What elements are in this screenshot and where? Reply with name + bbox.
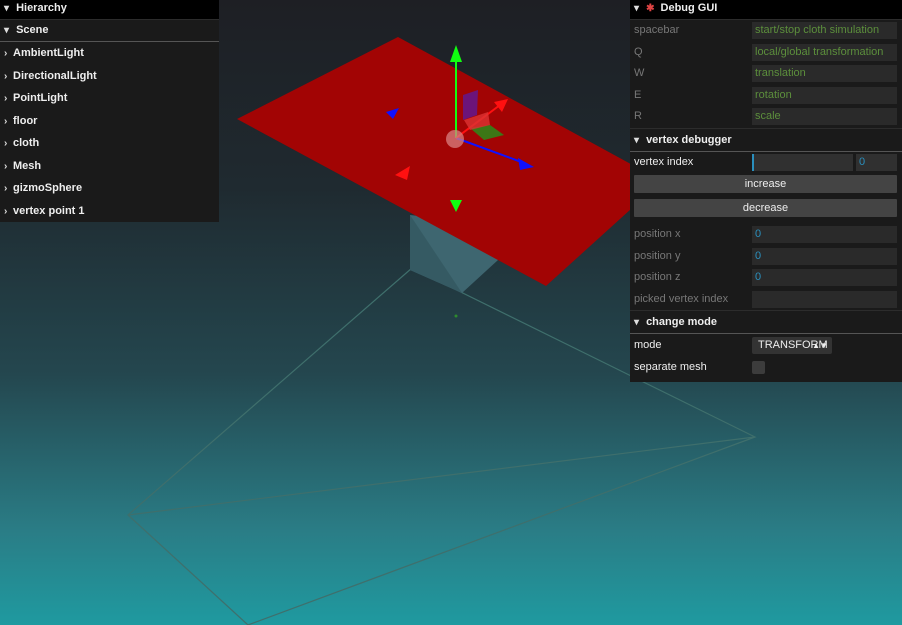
key-label: E <box>634 88 642 101</box>
scene-label: Scene <box>16 24 49 36</box>
hierarchy-item-pointlight[interactable]: › PointLight <box>0 87 219 110</box>
position-z-label: position z <box>634 271 681 283</box>
chevron-right-icon: › <box>4 115 8 127</box>
scene-folder[interactable]: ▾ Scene <box>0 20 219 42</box>
hierarchy-panel: ▾ Hierarchy ▾ Scene › AmbientLight › Direc… <box>0 0 219 222</box>
position-x-label: position x <box>634 228 681 240</box>
updown-arrow-icon: ▲▼ <box>812 341 828 350</box>
mode-row: mode TRANSFORM ▲▼ <box>630 334 902 357</box>
key-row-q: Q local/global transformation <box>630 42 902 64</box>
vertex-debugger-title: vertex debugger <box>646 133 732 146</box>
hierarchy-title: Hierarchy <box>16 2 67 14</box>
chevron-down-icon: ▾ <box>634 3 640 14</box>
position-z-row: position z 0 <box>630 267 902 289</box>
position-x-row: position x 0 <box>630 224 902 246</box>
position-x-field: 0 <box>752 226 897 243</box>
debug-gui-title: Debug GUI <box>660 2 718 14</box>
bug-icon: ✱ <box>646 3 655 14</box>
position-z-field: 0 <box>752 269 897 286</box>
key-row-spacebar: spacebar start/stop cloth simulation <box>630 20 902 42</box>
decrease-button[interactable]: decrease <box>634 199 897 217</box>
change-mode-header[interactable]: ▾ change mode <box>630 310 902 334</box>
hierarchy-item-label: AmbientLight <box>13 47 84 59</box>
chevron-right-icon: › <box>4 138 8 149</box>
chevron-down-icon: ▾ <box>634 134 640 146</box>
hierarchy-item-label: gizmoSphere <box>13 182 83 194</box>
change-mode-title: change mode <box>646 316 717 328</box>
key-label: R <box>634 110 642 122</box>
chevron-right-icon: › <box>4 160 8 172</box>
hierarchy-item-label: cloth <box>13 137 40 149</box>
hierarchy-item-label: floor <box>13 114 38 127</box>
key-description: scale <box>752 108 897 125</box>
hierarchy-item-vertex-point-1[interactable]: › vertex point 1 <box>0 200 219 223</box>
chevron-right-icon: › <box>4 48 8 59</box>
vertex-index-input[interactable]: 0 <box>856 153 897 171</box>
hierarchy-item-label: Mesh <box>13 159 42 172</box>
position-y-label: position y <box>634 249 681 262</box>
key-label: spacebar <box>634 24 680 36</box>
picked-vertex-label: picked vertex index <box>634 292 729 305</box>
picked-vertex-row: picked vertex index <box>630 289 902 311</box>
debug-gui-header[interactable]: ▾ ✱ Debug GUI <box>630 0 902 20</box>
mode-label: mode <box>634 339 662 351</box>
key-description: rotation <box>752 86 897 104</box>
vertex-dot <box>454 314 458 318</box>
mode-select[interactable]: TRANSFORM ▲▼ <box>752 337 832 354</box>
separate-mesh-label: separate mesh <box>634 361 707 373</box>
key-label: Q <box>634 45 643 58</box>
hierarchy-item-ambientlight[interactable]: › AmbientLight <box>0 42 219 65</box>
debug-gui-panel: ▾ ✱ Debug GUI spacebar start/stop cloth … <box>630 0 902 382</box>
chevron-right-icon: › <box>4 70 8 82</box>
vertex-index-label: vertex index <box>634 155 694 168</box>
vertex-index-row: vertex index 0 <box>630 152 902 174</box>
key-description: start/stop cloth simulation <box>752 22 897 39</box>
chevron-right-icon: › <box>4 183 8 194</box>
chevron-right-icon: › <box>4 205 8 217</box>
key-row-r: R scale <box>630 106 902 128</box>
vertex-debugger-header[interactable]: ▾ vertex debugger <box>630 127 902 152</box>
vertex-index-slider[interactable] <box>752 153 853 171</box>
separate-mesh-checkbox[interactable] <box>752 361 765 374</box>
chevron-down-icon: ▾ <box>4 25 10 36</box>
hierarchy-item-label: PointLight <box>13 92 68 104</box>
hierarchy-item-floor[interactable]: › floor <box>0 110 219 133</box>
chevron-down-icon: ▾ <box>4 3 10 14</box>
hierarchy-item-mesh[interactable]: › Mesh <box>0 155 219 178</box>
hierarchy-item-directionallight[interactable]: › DirectionalLight <box>0 65 219 88</box>
position-y-row: position y 0 <box>630 246 902 268</box>
key-description: translation <box>752 65 897 82</box>
hierarchy-item-gizmosphere[interactable]: › gizmoSphere <box>0 177 219 200</box>
hierarchy-item-label: DirectionalLight <box>13 69 97 82</box>
hierarchy-item-cloth[interactable]: › cloth <box>0 132 219 155</box>
hierarchy-header[interactable]: ▾ Hierarchy <box>0 0 219 20</box>
picked-vertex-field <box>752 290 897 308</box>
hierarchy-item-label: vertex point 1 <box>13 204 85 217</box>
key-row-w: W translation <box>630 63 902 85</box>
chevron-down-icon: ▾ <box>634 317 640 328</box>
increase-button[interactable]: increase <box>634 175 897 193</box>
key-label: W <box>634 67 645 79</box>
separate-mesh-row: separate mesh <box>630 357 902 379</box>
position-y-field: 0 <box>752 247 897 265</box>
chevron-right-icon: › <box>4 93 8 104</box>
key-row-e: E rotation <box>630 85 902 107</box>
key-description: local/global transformation <box>752 43 897 61</box>
